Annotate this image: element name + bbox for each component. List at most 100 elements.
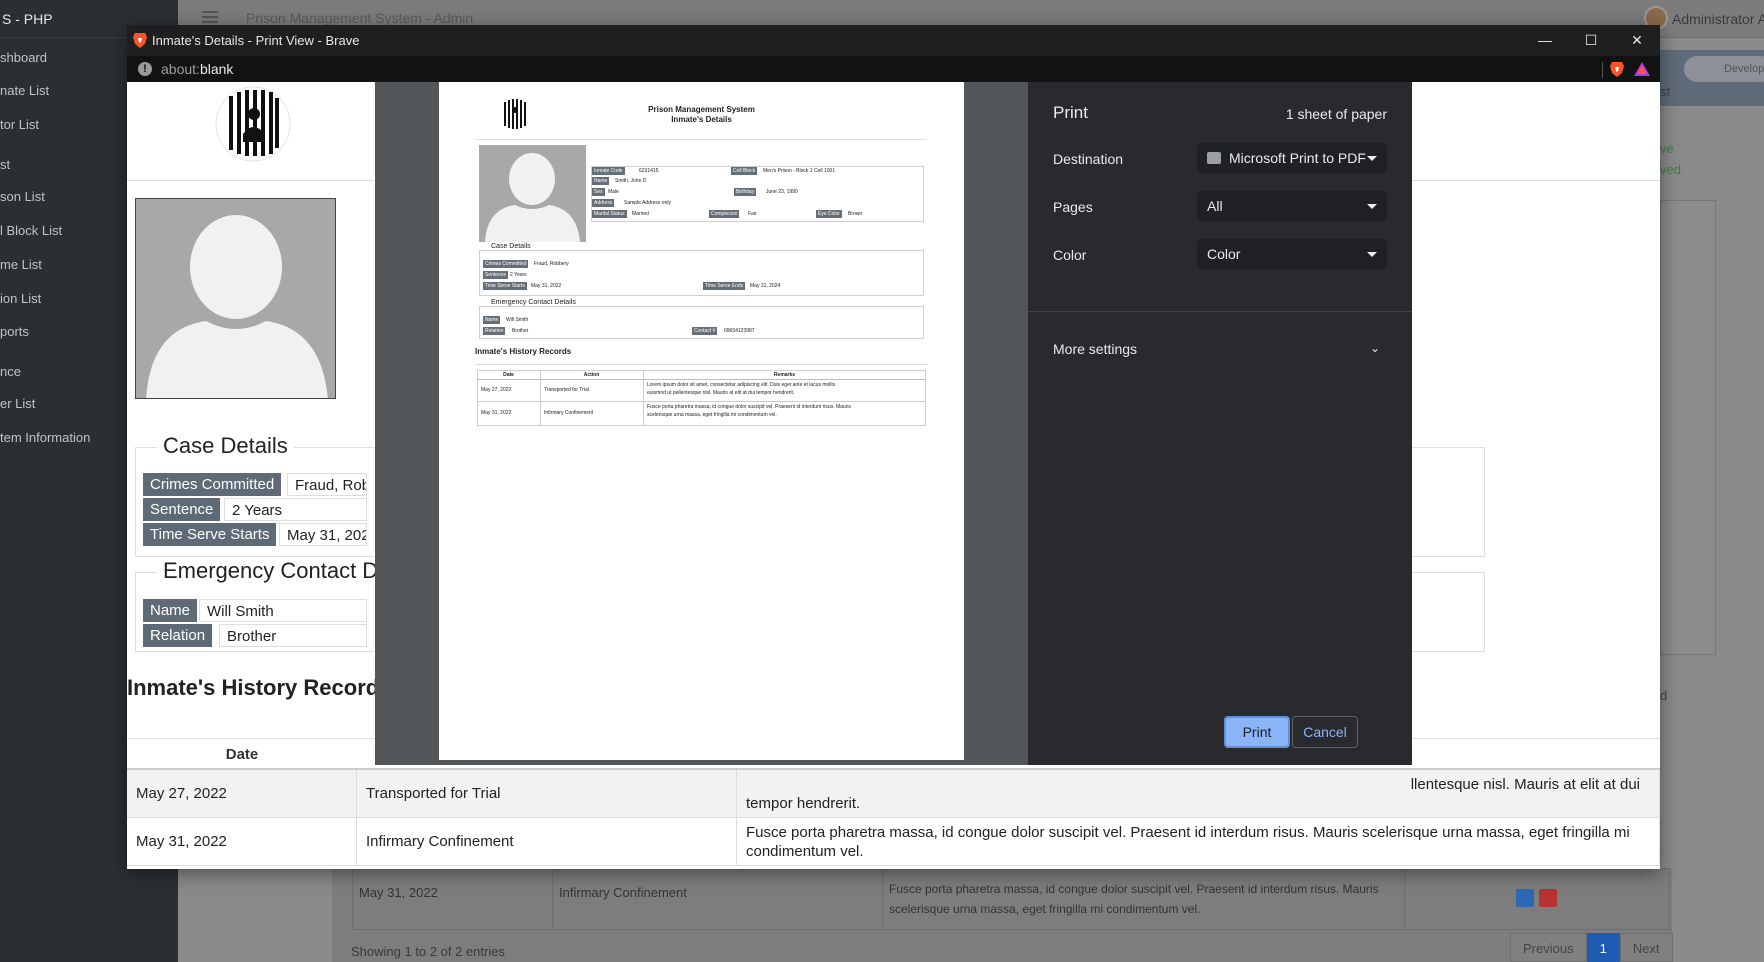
row-date: May 31, 2022 — [127, 818, 357, 865]
ec-name-label: Name — [143, 599, 198, 622]
app-title: Prison Management System - Admin — [246, 10, 474, 26]
preview-birthday: June 23, 1990 — [766, 189, 798, 195]
sidebar-item-inmate-list[interactable]: nate List — [0, 83, 49, 98]
ec-relation-value: Brother — [219, 624, 367, 647]
pagination-page-1[interactable]: 1 — [1586, 933, 1620, 962]
table-cell-date: May 31, 2022 — [353, 869, 553, 931]
preview-sex-label: Sex — [592, 188, 605, 196]
case-details-legend: Case Details — [157, 433, 294, 459]
pagination-previous[interactable]: Previous — [1510, 933, 1587, 962]
right-header-strip: Developed — [1660, 50, 1764, 106]
row-remarks-line1: llentesque nisl. Mauris at elit at dui — [1410, 776, 1640, 793]
preview-sentence: 2 Years — [510, 272, 527, 278]
preview-birthday-label: Birthday — [734, 188, 757, 196]
preview-name: Smith, John D — [615, 178, 647, 184]
preview-divider — [477, 139, 927, 140]
table-cell-action: Infirmary Confinement — [553, 869, 883, 931]
preview-address-label: Address — [592, 199, 615, 207]
sentence-value: 2 Years — [224, 498, 367, 521]
button-fragment[interactable]: d — [1660, 688, 1667, 703]
row-remarks: Fusce porta pharetra massa, id congue do… — [737, 818, 1660, 865]
chevron-down-icon — [1367, 156, 1377, 161]
sheet-count: 1 sheet of paper — [1285, 106, 1387, 122]
right-panel-fragment — [1660, 200, 1716, 655]
close-button[interactable]: ✕ — [1614, 25, 1660, 56]
preview-ec-contact-label: Contact # — [692, 327, 718, 335]
status-text-fragment-2: ved — [1660, 162, 1681, 177]
sidebar-item-reports[interactable]: ports — [0, 324, 29, 339]
sidebar-item-dashboard[interactable]: shboard — [0, 50, 47, 65]
developed-badge: Developed — [1684, 56, 1764, 82]
brave-rewards-icon[interactable] — [1634, 62, 1650, 76]
preview-sex: Male — [608, 189, 619, 195]
preview-r2-action: Infirmary Confinement — [544, 410, 594, 416]
pages-value: All — [1207, 198, 1223, 214]
avatar-silhouette-icon — [136, 199, 335, 398]
destination-value: Microsoft Print to PDF — [1229, 150, 1366, 166]
preview-table-header-line — [477, 379, 926, 380]
cancel-button[interactable]: Cancel — [1292, 716, 1358, 748]
sidebar-item-visitor-list[interactable]: tor List — [0, 117, 39, 132]
preview-end: May 31, 2024 — [750, 283, 781, 289]
destination-select[interactable]: Microsoft Print to PDF — [1197, 143, 1387, 173]
window-title: Inmate's Details - Print View - Brave — [152, 33, 360, 48]
emergency-contact-legend: Emergency Contact D — [157, 558, 385, 584]
delete-icon[interactable] — [1539, 889, 1557, 907]
url-field[interactable]: about:blank — [161, 61, 233, 77]
edit-icon[interactable] — [1516, 889, 1534, 907]
preview-inmate-code-label: Inmate Code — [592, 167, 625, 175]
more-settings-toggle[interactable]: More settings — [1053, 341, 1137, 357]
maximize-button[interactable]: ☐ — [1568, 25, 1614, 56]
pagination-next[interactable]: Next — [1619, 933, 1673, 962]
print-button[interactable]: Print — [1224, 716, 1290, 748]
preview-eye: Brown — [848, 211, 863, 217]
color-select[interactable]: Color — [1197, 239, 1387, 269]
row-action: Transported for Trial — [357, 770, 737, 817]
url-path: blank — [199, 61, 234, 77]
chevron-down-icon[interactable]: ⌄ — [1370, 341, 1380, 355]
sidebar-item-crime-list[interactable]: me List — [0, 257, 42, 272]
sidebar-item-cell-block-list[interactable]: l Block List — [0, 223, 62, 238]
preview-inmate-code: 6231415 — [639, 168, 659, 174]
print-preview-page: Prison Management System Inmate's Detail… — [439, 82, 964, 760]
sidebar-item-prison-list[interactable]: son List — [0, 189, 45, 204]
preview-th-remarks: Remarks — [773, 372, 796, 378]
brave-shields-icon[interactable] — [1610, 61, 1624, 77]
preview-sentence-label: Sentence — [483, 271, 509, 279]
window-titlebar[interactable]: Inmate's Details - Print View - Brave — … — [127, 25, 1660, 56]
prison-logo-icon — [215, 86, 291, 162]
preview-r2-remarks-b: scelerisque urna massa, eget fringilla m… — [647, 412, 777, 418]
preview-case-legend: Case Details — [489, 243, 533, 250]
preview-address: Sample Address only — [624, 200, 671, 206]
pages-label: Pages — [1053, 199, 1093, 215]
sidebar-item-user-list[interactable]: er List — [0, 396, 35, 411]
preview-col-line — [643, 370, 644, 426]
preview-ec-contact: 09654123987 — [724, 328, 755, 334]
preview-marital-label: Marital Status — [592, 210, 627, 218]
destination-label: Destination — [1053, 151, 1124, 167]
time-serve-starts-label: Time Serve Starts — [143, 523, 277, 546]
admin-name[interactable]: Administrator A — [1672, 11, 1764, 27]
site-info-icon[interactable]: ! — [138, 62, 152, 76]
hamburger-menu-icon[interactable] — [202, 11, 218, 23]
preview-name-label: Name — [592, 177, 610, 185]
print-title: Print — [1053, 103, 1088, 122]
sidebar-item-maintenance[interactable]: nce — [0, 364, 21, 379]
list-button-fragment[interactable]: st — [1660, 84, 1670, 99]
preview-table-row-line — [477, 401, 926, 402]
th-date: Date — [225, 746, 259, 763]
preview-r1-action: Transported for Trial — [544, 387, 589, 393]
preview-cell-block-label: Cell Block — [731, 167, 758, 175]
preview-r1-remarks-a: Lorem ipsum dolor sit amet, consectetur … — [647, 382, 836, 388]
preview-eye-label: Eye Color — [816, 210, 842, 218]
sidebar-item-system-information[interactable]: tem Information — [0, 430, 90, 445]
preview-r2-remarks-a: Fusce porta pharetra massa, id congue do… — [647, 404, 851, 410]
sidebar-item-action-list[interactable]: ion List — [0, 291, 41, 306]
pages-select[interactable]: All — [1197, 191, 1387, 221]
minimize-button[interactable]: — — [1522, 25, 1568, 56]
sidebar-item-list[interactable]: st — [0, 157, 10, 172]
preview-r2-date: May 31, 2022 — [481, 410, 512, 416]
preview-emergency-legend: Emergency Contact Details — [489, 299, 578, 306]
crimes-label: Crimes Committed — [143, 473, 282, 496]
table-row: May 27, 2022 Transported for Trial llent… — [127, 770, 1660, 818]
